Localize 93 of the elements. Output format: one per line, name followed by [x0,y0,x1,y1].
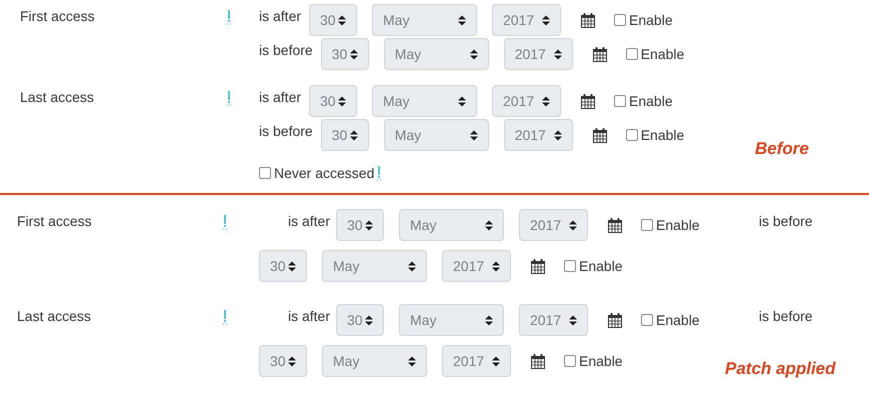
help-icon[interactable] [227,10,231,25]
field-label: First access [20,7,95,24]
calendar-icon[interactable] [581,93,596,109]
sort-arrows-icon [485,220,493,230]
enable-label: Enable [640,127,684,143]
filter-label: is after [259,7,302,24]
calendar-icon[interactable] [531,353,545,369]
filter-label: is before [259,41,313,58]
sort-arrows-icon [350,48,358,60]
checkbox[interactable] [564,355,576,367]
day-select[interactable]: 30 [309,4,358,36]
year-select[interactable]: 2017 [504,119,573,151]
calendar-icon[interactable] [531,258,545,274]
month-select[interactable]: May [372,85,478,117]
sort-arrows-icon [569,220,577,230]
enable-label: Enable [629,93,673,109]
month-select[interactable]: May [399,209,504,241]
sort-arrows-icon [338,14,346,26]
month-select[interactable]: May [322,345,427,377]
checkbox[interactable] [564,260,576,272]
sort-arrows-icon [542,14,550,26]
filter-label: is after [286,212,330,229]
enable-label: Enable [656,217,700,233]
filter-label: is after [286,307,330,324]
day-select[interactable]: 30 [336,304,384,336]
enable-label: Enable [579,258,623,274]
enable-label: Enable [579,353,623,369]
enable-label: Enable [629,12,673,28]
day-select[interactable]: 30 [336,209,384,241]
checkbox[interactable] [641,314,653,326]
checkbox[interactable] [626,48,638,60]
sort-arrows-icon [288,356,296,366]
sort-arrows-icon [365,314,373,326]
month-select[interactable]: May [322,250,427,282]
enable-label: Enable [656,312,700,328]
filter-label: is before [758,212,813,229]
sort-arrows-icon [288,260,296,272]
month-select[interactable]: May [384,38,489,70]
year-select[interactable]: 2017 [519,304,588,336]
field-label: Last access [20,88,94,105]
field-label: First access [17,212,92,229]
day-select[interactable]: 30 [320,38,369,70]
help-icon[interactable] [223,215,227,230]
help-icon[interactable] [227,91,231,106]
day-select[interactable]: 30 [259,345,307,377]
year-select[interactable]: 2017 [442,345,511,377]
day-select[interactable]: 30 [320,119,369,151]
sort-arrows-icon [350,130,358,140]
caption: Before [755,139,809,159]
help-icon[interactable] [223,310,227,325]
checkbox-label: Never accessed [274,165,374,181]
caption: Patch applied [725,359,836,379]
calendar-icon[interactable] [608,217,622,233]
sort-arrows-icon [470,48,478,60]
sort-arrows-icon [542,96,550,106]
checkbox[interactable] [641,219,653,231]
checkbox[interactable] [259,167,271,179]
filter-label: is before [259,122,313,139]
year-select[interactable]: 2017 [442,250,511,282]
sort-arrows-icon [485,314,493,326]
sort-arrows-icon [458,96,466,106]
sort-arrows-icon [338,96,346,106]
sort-arrows-icon [365,220,373,230]
calendar-icon[interactable] [608,312,622,328]
sort-arrows-icon [554,48,562,60]
calendar-icon[interactable] [592,127,607,143]
year-select[interactable]: 2017 [492,85,562,117]
sort-arrows-icon [492,356,500,366]
field-label: Last access [17,307,91,324]
filter-label: is before [758,307,813,324]
enable-label: Enable [640,46,684,62]
day-select[interactable]: 30 [259,250,307,282]
sort-arrows-icon [569,314,577,326]
calendar-icon[interactable] [581,12,596,28]
calendar-icon[interactable] [592,46,607,62]
sort-arrows-icon [470,130,478,140]
year-select[interactable]: 2017 [504,38,573,70]
filter-label: is after [259,88,302,105]
checkbox[interactable] [626,129,638,141]
month-select[interactable]: May [372,4,478,36]
sort-arrows-icon [458,14,466,26]
checkbox[interactable] [614,95,626,107]
sort-arrows-icon [408,260,416,272]
sort-arrows-icon [492,260,500,272]
sort-arrows-icon [408,356,416,366]
help-icon[interactable] [377,166,382,180]
month-select[interactable]: May [384,119,489,151]
year-select[interactable]: 2017 [492,4,562,36]
month-select[interactable]: May [399,304,504,336]
sort-arrows-icon [554,130,562,140]
year-select[interactable]: 2017 [519,209,588,241]
day-select[interactable]: 30 [309,85,358,117]
checkbox[interactable] [614,14,626,26]
